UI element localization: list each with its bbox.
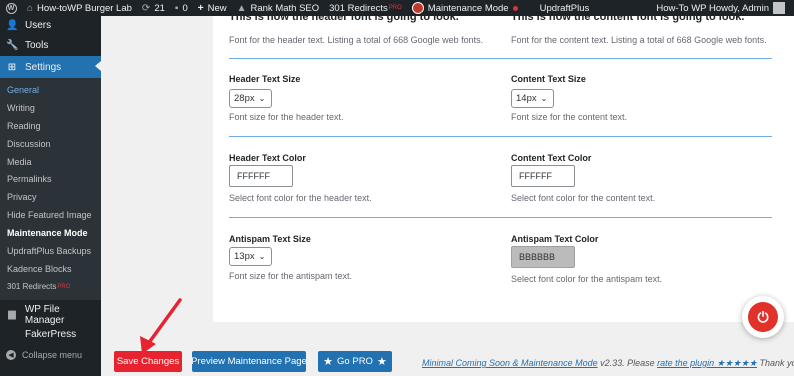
star-icon: ★ xyxy=(376,356,387,368)
content-color-input[interactable]: FFFFFF xyxy=(511,165,575,187)
maintenance-mode-floating-button[interactable]: ⏻ xyxy=(742,296,784,338)
antispam-color-label: Antispam Text Color xyxy=(511,234,599,244)
submenu-hide-featured-image[interactable]: Hide Featured Image xyxy=(0,206,101,224)
site-name: How-toWP Burger Lab xyxy=(37,2,132,14)
content-color-label: Content Text Color xyxy=(511,153,592,163)
preview-maintenance-page-button[interactable]: Preview Maintenance Page xyxy=(191,351,307,372)
header-size-value: 28px xyxy=(234,93,255,104)
menu-users[interactable]: 👤 Users xyxy=(0,16,101,35)
header-color-description: Select font color for the header text. xyxy=(229,193,372,203)
submenu-permalinks[interactable]: Permalinks xyxy=(0,170,101,188)
file-manager-icon: ▆ xyxy=(8,309,16,321)
users-icon: 👤 xyxy=(6,20,19,31)
settings-footer: Save Changes Preview Maintenance Page ★ … xyxy=(101,322,794,376)
power-icon: ⏻ xyxy=(748,302,778,332)
content-size-label: Content Text Size xyxy=(511,74,586,84)
submenu-discussion[interactable]: Discussion xyxy=(0,135,101,153)
submenu-301-redirects-label: 301 Redirects xyxy=(7,282,57,292)
comments-icon: ▪ xyxy=(174,2,179,14)
save-changes-button[interactable]: Save Changes xyxy=(114,351,182,372)
footer-credits: Minimal Coming Soon & Maintenance Mode v… xyxy=(422,358,794,369)
settings-submenu: General Writing Reading Discussion Media… xyxy=(0,78,101,300)
menu-settings-label: Settings xyxy=(25,61,62,73)
chevron-down-icon: ⌄ xyxy=(540,94,548,103)
go-pro-label: Go PRO xyxy=(337,356,373,367)
divider xyxy=(229,217,772,218)
antispam-size-label: Antispam Text Size xyxy=(229,234,311,244)
updates-menu[interactable]: ⟳ 21 xyxy=(137,0,170,16)
chevron-down-icon: ⌄ xyxy=(258,252,266,261)
menu-tools[interactable]: 🔧 Tools xyxy=(0,35,101,56)
content-color-description: Select font color for the content text. xyxy=(511,193,656,203)
collapse-menu-label: Collapse menu xyxy=(22,349,83,360)
wordpress-icon: W xyxy=(5,2,17,14)
thanks-text: Thank you! xyxy=(759,358,794,368)
avatar xyxy=(773,2,785,14)
status-dot-icon xyxy=(512,5,518,11)
header-size-description: Font size for the header text. xyxy=(229,112,344,122)
plus-icon: + xyxy=(197,2,204,14)
content-font-preview: This is how the content font is going to… xyxy=(511,11,745,23)
content-size-value: 14px xyxy=(516,93,537,104)
menu-fakerpress-label: FakerPress xyxy=(25,329,77,341)
content-font-description: Font for the content text. Listing a tot… xyxy=(511,35,767,45)
new-label: New xyxy=(207,2,227,14)
header-size-select[interactable]: 28px ⌄ xyxy=(229,89,272,108)
version-text: v2.33. Please xyxy=(597,358,658,368)
menu-wp-file-manager[interactable]: ▆ WP File Manager xyxy=(0,303,101,326)
menu-tools-label: Tools xyxy=(25,40,49,51)
content-size-select[interactable]: 14px ⌄ xyxy=(511,89,554,108)
submenu-updraftplus-backups[interactable]: UpdraftPlus Backups xyxy=(0,242,101,260)
wordpress-logo-menu[interactable]: W xyxy=(0,0,22,16)
submenu-reading[interactable]: Reading xyxy=(0,117,101,135)
new-content-menu[interactable]: + New xyxy=(193,0,232,16)
submenu-301-redirects[interactable]: 301 Redirects PRO xyxy=(0,278,101,296)
menu-settings[interactable]: ⊞ Settings xyxy=(0,56,101,78)
comments-menu[interactable]: ▪ 0 xyxy=(170,0,193,16)
header-font-description: Font for the header text. Listing a tota… xyxy=(229,35,484,45)
submenu-pro-badge: PRO xyxy=(57,283,71,290)
submenu-kadence-blocks[interactable]: Kadence Blocks xyxy=(0,260,101,278)
comments-count: 0 xyxy=(182,2,188,14)
site-name-menu[interactable]: ⌂ How-toWP Burger Lab xyxy=(22,0,137,16)
divider xyxy=(229,136,772,137)
submenu-general[interactable]: General xyxy=(0,81,101,99)
settings-icon: ⊞ xyxy=(7,61,17,73)
menu-fakerpress[interactable]: FakerPress xyxy=(0,325,101,345)
star-icon: ★ xyxy=(323,356,334,368)
settings-panel: This is how the header font is going to … xyxy=(213,11,794,322)
menu-wp-file-manager-label: WP File Manager xyxy=(24,303,65,326)
chevron-down-icon: ⌄ xyxy=(258,94,266,103)
menu-users-label: Users xyxy=(25,20,52,31)
updates-icon: ⟳ xyxy=(141,2,151,14)
rate-plugin-link[interactable]: rate the plugin ★★★★★ xyxy=(657,358,757,368)
home-icon: ⌂ xyxy=(27,2,34,14)
header-size-label: Header Text Size xyxy=(229,74,301,84)
header-font-preview: This is how the header font is going to … xyxy=(229,11,459,23)
go-pro-button[interactable]: ★ Go PRO ★ xyxy=(318,351,392,372)
antispam-size-value: 13px xyxy=(234,251,255,262)
collapse-arrow-icon: ◀ xyxy=(6,349,16,360)
divider xyxy=(229,58,772,59)
header-color-input[interactable]: FFFFFF xyxy=(229,165,293,187)
antispam-size-select[interactable]: 13px ⌄ xyxy=(229,247,272,266)
submenu-maintenance-mode[interactable]: Maintenance Mode xyxy=(0,224,101,242)
updates-count: 21 xyxy=(154,2,165,14)
collapse-menu-button[interactable]: ◀ Collapse menu xyxy=(0,345,101,365)
antispam-size-description: Font size for the antispam text. xyxy=(229,271,353,281)
tools-icon: 🔧 xyxy=(6,40,19,51)
antispam-color-input[interactable]: BBBBBB xyxy=(511,246,575,268)
plugin-link[interactable]: Minimal Coming Soon & Maintenance Mode xyxy=(422,358,598,368)
admin-sidebar: 👤 Users 🔧 Tools ⊞ Settings General Writi… xyxy=(0,16,101,376)
submenu-media[interactable]: Media xyxy=(0,153,101,171)
antispam-color-description: Select font color for the antispam text. xyxy=(511,274,663,284)
content-size-description: Font size for the content text. xyxy=(511,112,628,122)
header-color-label: Header Text Color xyxy=(229,153,306,163)
submenu-privacy[interactable]: Privacy xyxy=(0,188,101,206)
submenu-writing[interactable]: Writing xyxy=(0,99,101,117)
